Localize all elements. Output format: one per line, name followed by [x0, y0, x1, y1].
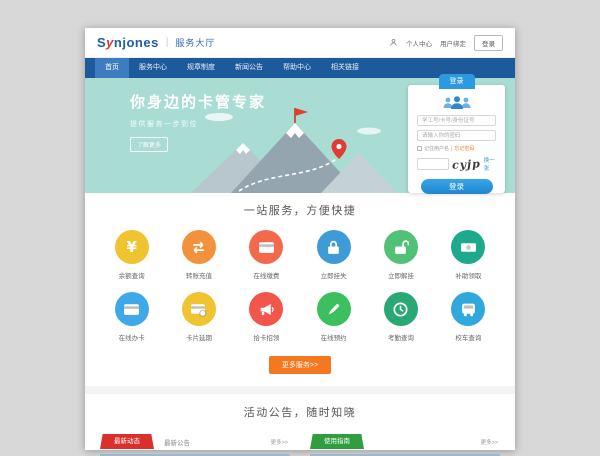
- nav-item-help[interactable]: 帮助中心: [273, 58, 321, 78]
- hero-subtitle: 提供服务一步到位: [130, 119, 266, 129]
- captcha-refresh-link[interactable]: 换一张: [484, 156, 496, 172]
- login-links-divider: |: [451, 146, 452, 152]
- hero-banner: 你身边的卡管专家 提供服务一步到位 了解更多 登录: [85, 78, 515, 193]
- service-attendance[interactable]: 考勤查询: [367, 292, 434, 342]
- hero-title: 你身边的卡管专家: [130, 91, 266, 112]
- password-input[interactable]: [417, 130, 496, 141]
- announcement-panels: 最新动态 最新公告 更多>> 使用指南 更多>>: [85, 434, 515, 456]
- users-group-icon: [441, 95, 473, 111]
- service-card-extension[interactable]: 卡片延期: [165, 292, 232, 342]
- bus-icon: [460, 301, 477, 318]
- service-unfreeze[interactable]: 立即解挂: [367, 230, 434, 280]
- service-online-booking[interactable]: 在线预约: [300, 292, 367, 342]
- page: Synjones | 服务大厅 个人中心 用户绑定 登录 首页 服务中心 规章制…: [85, 28, 515, 450]
- guide-ribbon-tab[interactable]: 使用指南: [310, 434, 364, 449]
- services-grid: ¥ 余额查询 转账充值 在线缴费: [98, 230, 502, 342]
- remember-label: 记住用户名: [424, 145, 449, 152]
- guide-more-link[interactable]: 更多>>: [481, 438, 498, 446]
- clock-icon: [392, 301, 409, 318]
- service-found-cards[interactable]: 拾卡招领: [233, 292, 300, 342]
- news-ribbon-tab[interactable]: 最新动态: [100, 434, 154, 449]
- pencil-icon: [325, 301, 342, 318]
- login-submit-button[interactable]: 登录: [421, 179, 493, 194]
- service-apply-card[interactable]: 在线办卡: [98, 292, 165, 342]
- person-icon: [389, 38, 398, 47]
- yen-icon: ¥: [126, 238, 136, 256]
- card-icon: [123, 301, 140, 318]
- service-report-loss[interactable]: 立即挂失: [300, 230, 367, 280]
- banknote-icon: [460, 239, 477, 256]
- news-more-link[interactable]: 更多>>: [271, 438, 288, 446]
- remember-checkbox[interactable]: [417, 146, 422, 151]
- latest-announcements-tab[interactable]: 最新公告: [164, 437, 190, 447]
- portal-name: 服务大厅: [175, 36, 215, 49]
- card-icon: [258, 239, 275, 256]
- more-services-button[interactable]: 更多服务>>: [269, 356, 331, 374]
- section-divider: [85, 386, 515, 394]
- login-panel: 登录 记住用户名 | 忘记密码 cyjp 换一张 登: [408, 85, 505, 193]
- nav-item-links[interactable]: 相关链接: [321, 58, 369, 78]
- megaphone-icon: [258, 301, 275, 318]
- header-login-button[interactable]: 登录: [474, 35, 503, 51]
- nav-item-rules[interactable]: 规章制度: [177, 58, 225, 78]
- login-tab[interactable]: 登录: [439, 74, 475, 89]
- announcements-heading: 活动公告，随时知晓: [85, 404, 515, 420]
- captcha-image: cyjp: [452, 157, 481, 171]
- card-clock-icon: [190, 301, 207, 318]
- nav-item-service-center[interactable]: 服务中心: [129, 58, 177, 78]
- hero-cta-button[interactable]: 了解更多: [130, 137, 168, 152]
- divider: |: [166, 37, 169, 48]
- username-input[interactable]: [417, 115, 496, 126]
- unlock-icon: [392, 239, 409, 256]
- logo: Synjones: [97, 35, 159, 50]
- nav-item-news[interactable]: 新闻公告: [225, 58, 273, 78]
- services-heading: 一站服务，方便快捷: [85, 193, 515, 218]
- personal-center-link[interactable]: 个人中心: [406, 38, 432, 48]
- service-subsidy[interactable]: 补助领取: [435, 230, 502, 280]
- user-bind-link[interactable]: 用户绑定: [440, 38, 466, 48]
- news-panel: 最新动态 最新公告 更多>>: [100, 434, 290, 456]
- header: Synjones | 服务大厅 个人中心 用户绑定 登录: [85, 28, 515, 58]
- service-balance[interactable]: ¥ 余额查询: [98, 230, 165, 280]
- service-online-payment[interactable]: 在线缴费: [233, 230, 300, 280]
- nav-item-home[interactable]: 首页: [95, 58, 129, 78]
- captcha-input[interactable]: [417, 158, 449, 170]
- forgot-password-link[interactable]: 忘记密码: [454, 145, 474, 152]
- lock-icon: [325, 239, 342, 256]
- guide-panel: 使用指南 更多>>: [310, 434, 500, 456]
- service-transfer[interactable]: 转账充值: [165, 230, 232, 280]
- transfer-arrows-icon: [190, 239, 207, 256]
- service-school-bus[interactable]: 校车查询: [435, 292, 502, 342]
